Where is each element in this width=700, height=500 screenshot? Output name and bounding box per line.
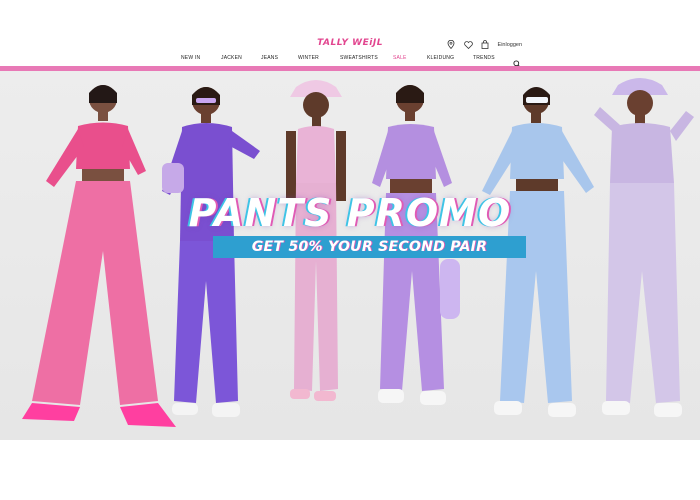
header-utilities: Einloggen	[447, 40, 522, 49]
nav-item-winter[interactable]: WINTER	[298, 55, 319, 61]
nav-item-trends[interactable]: TRENDS	[473, 55, 495, 61]
bag-icon[interactable]	[481, 40, 490, 49]
login-link[interactable]: Einloggen	[498, 42, 522, 48]
model-lilac-outfit	[594, 78, 694, 417]
nav-item-sale[interactable]: SALE	[393, 55, 407, 61]
promo-subline-banner: GET 50% YOUR SECOND PAIR	[213, 236, 526, 258]
promo-headline: PANTS PROMO	[188, 191, 512, 235]
search-icon[interactable]	[513, 55, 521, 68]
nav-item-jacken[interactable]: JACKEN	[221, 55, 242, 61]
brand-logo[interactable]: TALLY WEiJL	[0, 38, 700, 48]
nav-item-kleidung[interactable]: KLEIDUNG	[427, 55, 454, 61]
main-nav: NEW IN JACKEN JEANS WINTER SWEATSHIRTS S…	[0, 55, 700, 65]
hero-banner[interactable]: PANTS PROMO GET 50% YOUR SECOND PAIR	[0, 71, 700, 440]
location-icon[interactable]	[447, 40, 456, 49]
site-header: TALLY WEiJL Einloggen NEW IN JACKEN JEAN…	[0, 0, 700, 68]
promo-subline-text: GET 50% YOUR SECOND PAIR	[251, 239, 488, 255]
nav-item-new-in[interactable]: NEW IN	[181, 55, 200, 61]
heart-icon[interactable]	[463, 40, 473, 49]
nav-item-jeans[interactable]: JEANS	[261, 55, 278, 61]
nav-item-sweatshirts[interactable]: SWEATSHIRTS	[340, 55, 378, 61]
